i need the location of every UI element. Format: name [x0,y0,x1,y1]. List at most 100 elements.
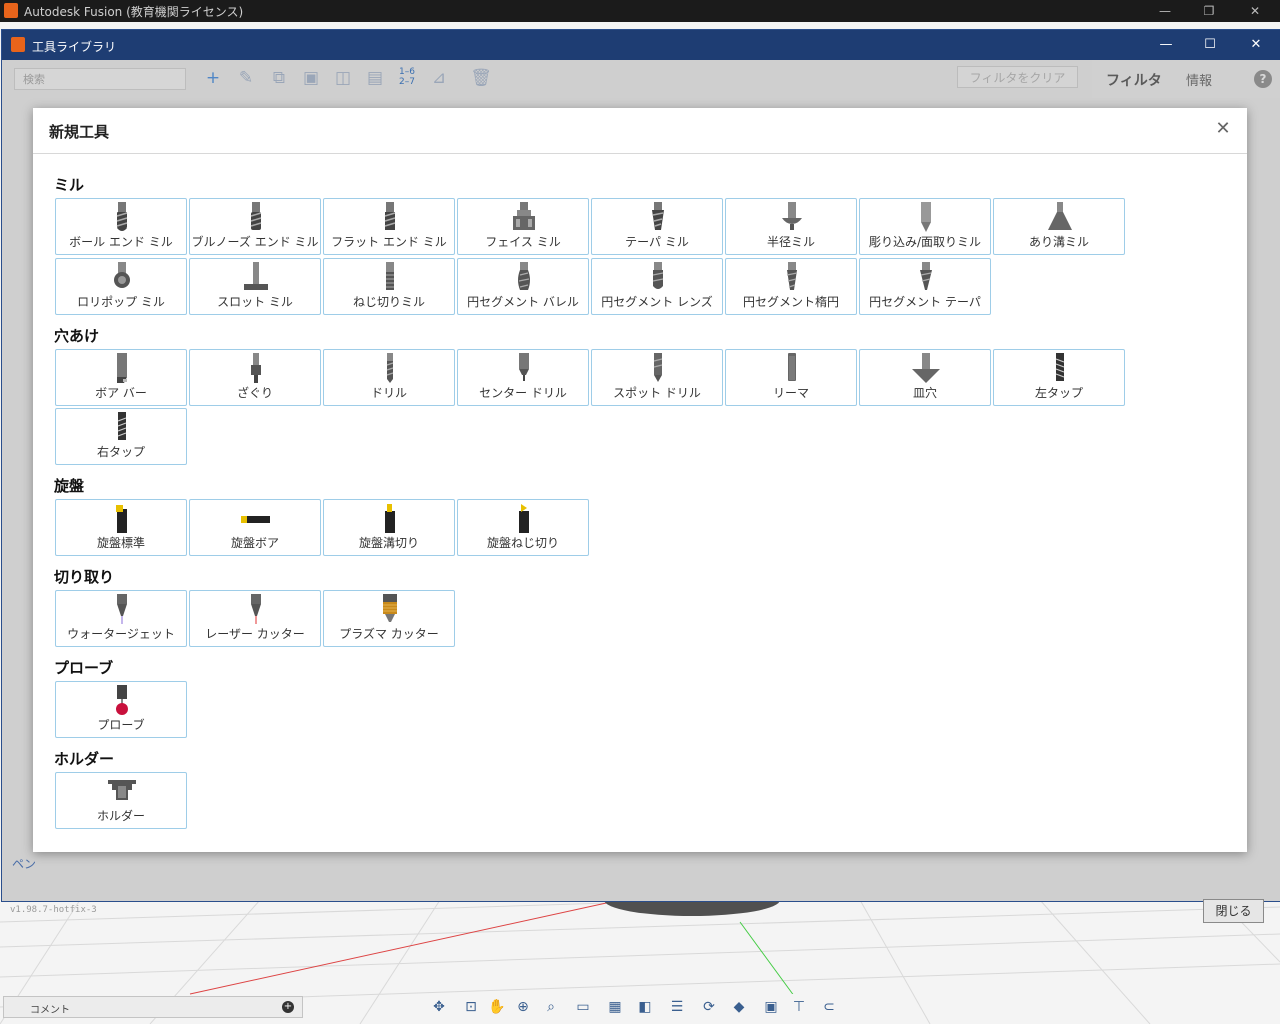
pan-icon[interactable]: ✋ [488,998,506,1016]
tool-card-left-tap[interactable]: 左タップ [993,349,1125,406]
clear-filter-button[interactable]: フィルタをクリア [957,66,1078,88]
library-close-text-button[interactable]: 閉じる [1203,899,1264,923]
app-minimize-button[interactable]: — [1150,2,1180,20]
display-settings-icon[interactable]: ▭ [574,998,592,1016]
tool-card-circle-segment-lens[interactable]: 円セグメント レンズ [591,258,723,315]
probe-icon [116,685,128,715]
tool-label: センター ドリル [479,386,567,400]
tool-card-lathe-boring[interactable]: 旋盤ボア [189,499,321,556]
zoom-icon[interactable]: ⊕ [514,998,532,1016]
holder-icon [108,780,136,800]
paste-icon[interactable]: ▣ [300,67,322,89]
add-comment-icon[interactable]: + [282,1001,294,1013]
tool-card-thread-mill[interactable]: ねじ切りミル [323,258,455,315]
tool-card-center-drill[interactable]: センター ドリル [457,349,589,406]
tool-card-drill[interactable]: ドリル [323,349,455,406]
plasma-cutter-icon [383,594,397,622]
tool-card-ball-end-mill[interactable]: ボール エンド ミル [55,198,187,255]
tab-info[interactable]: 情報 [1186,70,1212,89]
tool-card-holder[interactable]: ホルダー [55,772,187,829]
lollipop-mill-icon [114,262,130,288]
holder-assign-icon[interactable]: ⊿ [428,67,450,89]
tool-card-flat-end-mill[interactable]: フラット エンド ミル [323,198,455,255]
app-restore-button[interactable]: ❐ [1194,2,1224,20]
tool-card-engrave-chamfer-mill[interactable]: 彫り込み/面取りミル [859,198,991,255]
tool-label: ウォータージェット [67,627,175,641]
tool-card-dovetail-mill[interactable]: あり溝ミル [993,198,1125,255]
tab-filter[interactable]: フィルタ [1106,70,1162,90]
tool-label: 円セグメント レンズ [601,295,713,309]
new-tool-dialog: 新規工具 ✕ ミル ボール エンド ミル ブルノーズ エンド ミル フラット エ… [33,108,1247,852]
tool-card-bull-nose-end-mill[interactable]: ブルノーズ エンド ミル [189,198,321,255]
tool-label: レーザー カッター [205,627,305,641]
look-at-icon[interactable]: ⊡ [462,998,480,1016]
tool-label: スロット ミル [217,295,293,309]
magnet-icon[interactable]: ⊂ [820,998,838,1016]
engrave-chamfer-mill-icon [921,202,931,232]
tool-label: リーマ [772,386,809,400]
add-tool-icon[interactable]: + [202,67,224,89]
tool-label: ホルダー [96,809,145,823]
tool-label: 円セグメント バレル [467,295,579,309]
tool-card-lathe-threading[interactable]: 旋盤ねじ切り [457,499,589,556]
bull-nose-end-mill-icon [250,202,262,230]
tool-card-laser-cutter[interactable]: レーザー カッター [189,590,321,647]
tool-display-icon[interactable]: ⊤ [790,998,808,1016]
tool-card-lollipop-mill[interactable]: ロリポップ ミル [55,258,187,315]
tool-card-probe[interactable]: プローブ [55,681,187,738]
search-input[interactable]: 検索 [14,68,186,90]
tool-card-reamer[interactable]: リーマ [725,349,857,406]
tool-label: 旋盤ボア [230,536,279,550]
drill-icon [386,353,394,383]
library-maximize-button[interactable]: ☐ [1198,36,1222,54]
tool-card-face-mill[interactable]: フェイス ミル [457,198,589,255]
grid-settings-icon[interactable]: ▦ [606,998,624,1016]
tool-label: 半径ミル [766,235,815,249]
tool-card-countersink[interactable]: 皿穴 [859,349,991,406]
tool-library-title: 工具ライブラリ [32,40,117,54]
delete-icon[interactable]: 🗑 [470,67,492,89]
print-icon[interactable]: ▤ [364,67,386,89]
tool-card-waterjet[interactable]: ウォータージェット [55,590,187,647]
fit-icon[interactable]: ⌕ [542,998,560,1016]
tool-card-taper-mill[interactable]: テーパ ミル [591,198,723,255]
tool-card-right-tap[interactable]: 右タップ [55,408,187,465]
tool-card-spot-drill[interactable]: スポット ドリル [591,349,723,406]
library-minimize-button[interactable]: — [1154,36,1178,54]
right-tap-icon [117,412,127,440]
spot-drill-icon [653,353,663,382]
tool-card-radius-mill[interactable]: 半径ミル [725,198,857,255]
taper-mill-icon [652,202,664,230]
tool-card-lathe-grooving[interactable]: 旋盤溝切り [323,499,455,556]
close-icon[interactable]: ✕ [1214,120,1232,138]
tool-card-plasma-cutter[interactable]: プラズマ カッター [323,590,455,647]
renumber-icon[interactable]: 1–6 2–7 [396,67,418,89]
laser-cutter-icon [251,594,261,624]
section-label-probe: プローブ [54,659,114,677]
library-close-button[interactable]: ✕ [1244,36,1268,54]
boring-bar-icon [117,353,127,383]
section-icon[interactable]: ☰ [668,998,686,1016]
tool-card-slot-mill[interactable]: スロット ミル [189,258,321,315]
radius-mill-icon [782,202,802,230]
tool-card-boring-bar[interactable]: ボア バー [55,349,187,406]
material-icon[interactable]: ◆ [730,998,748,1016]
tool-card-circle-segment-barrel[interactable]: 円セグメント バレル [457,258,589,315]
refresh-icon[interactable]: ⟳ [700,998,718,1016]
tool-card-circle-segment-taper[interactable]: 円セグメント テーパ [859,258,991,315]
camera-icon[interactable]: ▣ [762,998,780,1016]
edit-icon[interactable]: ✎ [235,67,257,89]
copy-icon[interactable]: ⧉ [268,67,290,89]
flat-end-mill-icon [384,202,396,230]
tool-card-counterbore[interactable]: ざぐり [189,349,321,406]
tool-card-circle-segment-oval[interactable]: 円セグメント楕円 [725,258,857,315]
section-label-holder: ホルダー [54,750,115,768]
tool-card-lathe-general[interactable]: 旋盤標準 [55,499,187,556]
orbit-move-icon[interactable]: ✥ [430,998,448,1016]
app-close-button[interactable]: ✕ [1240,2,1270,20]
help-icon[interactable]: ? [1254,70,1272,88]
tool-label: ボール エンド ミル [69,235,173,249]
viewports-icon[interactable]: ◧ [636,998,654,1016]
duplicate-icon[interactable]: ◫ [332,67,354,89]
tool-label: ざぐり [236,386,273,400]
